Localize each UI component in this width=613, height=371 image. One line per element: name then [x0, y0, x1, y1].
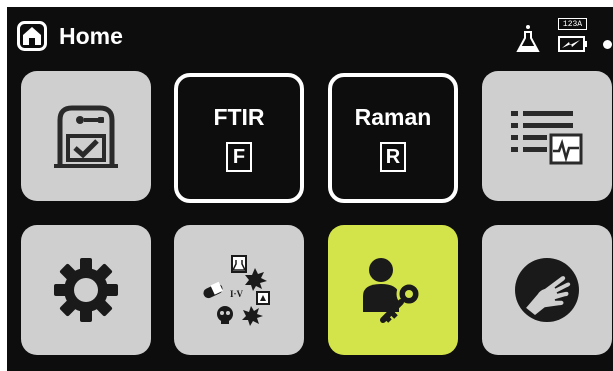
hazard-icon-text: I·V	[230, 289, 244, 299]
raman-tile[interactable]: Raman R	[328, 73, 458, 203]
user-tile[interactable]	[328, 225, 458, 355]
status-indicator-dot	[603, 40, 612, 49]
settings-tile[interactable]	[21, 225, 151, 355]
device-screen: Home 123A FTIR F Raman R I·V	[7, 7, 613, 371]
help-tile[interactable]	[482, 225, 612, 355]
battery-status: 123A	[555, 16, 591, 56]
battery-charging-icon	[558, 36, 587, 52]
list-chart-icon	[511, 111, 583, 165]
home-icon[interactable]	[17, 21, 47, 51]
flask-icon	[516, 25, 540, 52]
page-title: Home	[59, 23, 123, 49]
battery-label: 123A	[558, 18, 587, 30]
raman-letter-icon: R	[380, 142, 406, 172]
user-key-icon	[363, 258, 422, 323]
ftir-letter-icon: F	[226, 142, 252, 172]
header-bar: Home 123A	[7, 7, 613, 67]
ftir-tile[interactable]: FTIR F	[174, 73, 304, 203]
raman-label: Raman	[354, 104, 432, 130]
gear-icon	[54, 258, 118, 322]
ftir-label: FTIR	[213, 104, 265, 130]
hazard-tile[interactable]: I·V	[174, 225, 304, 355]
results-tile[interactable]	[482, 71, 612, 201]
hand-help-icon	[515, 258, 579, 322]
protocol-tile[interactable]	[21, 71, 151, 201]
clipboard-check-icon	[54, 105, 118, 168]
hazard-symbols-icon: I·V	[203, 255, 270, 326]
